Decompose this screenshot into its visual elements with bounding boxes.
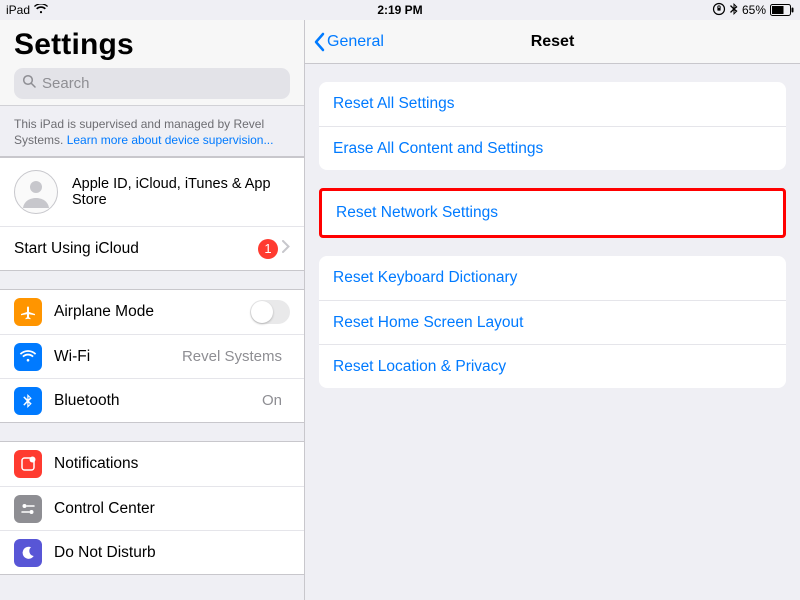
reset-network-settings[interactable]: Reset Network Settings — [322, 191, 783, 235]
reset-home-screen-layout[interactable]: Reset Home Screen Layout — [319, 300, 786, 344]
search-field[interactable] — [14, 68, 290, 99]
wifi-row[interactable]: Wi-Fi Revel Systems — [0, 334, 304, 378]
status-time: 2:19 PM — [377, 3, 422, 17]
control-center-icon — [14, 495, 42, 523]
device-label: iPad — [6, 3, 30, 17]
back-button[interactable]: General — [313, 20, 384, 63]
supervised-link[interactable]: Learn more about device supervision... — [67, 133, 274, 147]
notifications-row[interactable]: Notifications — [0, 442, 304, 486]
wifi-settings-icon — [14, 343, 42, 371]
erase-all-content[interactable]: Erase All Content and Settings — [319, 126, 786, 170]
airplane-mode-row[interactable]: Airplane Mode — [0, 290, 304, 334]
page-title: Settings — [14, 28, 290, 68]
back-label: General — [327, 33, 384, 51]
airplane-label: Airplane Mode — [54, 303, 250, 321]
start-using-icloud-row[interactable]: Start Using iCloud 1 — [0, 226, 304, 270]
supervised-notice: This iPad is supervised and managed by R… — [0, 106, 304, 157]
avatar — [14, 170, 58, 214]
reset-keyboard-dictionary[interactable]: Reset Keyboard Dictionary — [319, 256, 786, 300]
wifi-value: Revel Systems — [182, 348, 282, 365]
moon-icon — [14, 539, 42, 567]
apple-id-label: Apple ID, iCloud, iTunes & App Store — [72, 176, 290, 208]
wifi-icon — [34, 3, 48, 17]
main-title: Reset — [531, 33, 575, 51]
nav-bar: General Reset — [305, 20, 800, 64]
notifications-label: Notifications — [54, 455, 290, 473]
do-not-disturb-row[interactable]: Do Not Disturb — [0, 530, 304, 574]
chevron-right-icon — [282, 240, 290, 258]
apple-id-row[interactable]: Apple ID, iCloud, iTunes & App Store — [0, 158, 304, 226]
notifications-icon — [14, 450, 42, 478]
bluetooth-icon — [14, 387, 42, 415]
reset-location-privacy[interactable]: Reset Location & Privacy — [319, 344, 786, 388]
icloud-label: Start Using iCloud — [14, 240, 258, 258]
airplane-icon — [14, 298, 42, 326]
main-panel: General Reset Reset All Settings Erase A… — [305, 20, 800, 600]
search-input[interactable] — [42, 75, 282, 92]
dnd-label: Do Not Disturb — [54, 544, 290, 562]
bluetooth-status-icon — [730, 3, 738, 18]
settings-sidebar: Settings This iPad is supervised and man… — [0, 20, 305, 600]
bluetooth-row[interactable]: Bluetooth On — [0, 378, 304, 422]
bluetooth-label: Bluetooth — [54, 392, 262, 410]
bluetooth-value: On — [262, 392, 282, 409]
airplane-toggle[interactable] — [250, 300, 290, 324]
control-center-row[interactable]: Control Center — [0, 486, 304, 530]
search-icon — [22, 74, 36, 93]
wifi-label: Wi-Fi — [54, 348, 182, 366]
reset-all-settings[interactable]: Reset All Settings — [319, 82, 786, 126]
status-bar: iPad 2:19 PM 65% — [0, 0, 800, 20]
battery-icon — [770, 4, 794, 16]
control-center-label: Control Center — [54, 500, 290, 518]
badge: 1 — [258, 239, 278, 259]
highlighted-section: Reset Network Settings — [319, 188, 786, 238]
orientation-lock-icon — [712, 2, 726, 19]
battery-percent: 65% — [742, 3, 766, 17]
